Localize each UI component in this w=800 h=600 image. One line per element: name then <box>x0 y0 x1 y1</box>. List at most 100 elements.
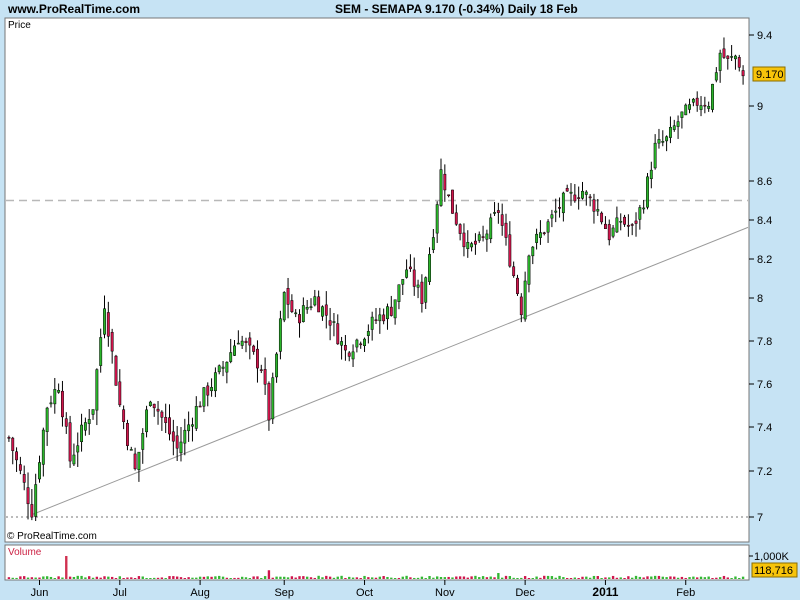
volume-bar <box>76 575 79 579</box>
candle-body <box>198 405 202 408</box>
volume-bar <box>156 577 160 579</box>
candle-body <box>707 105 711 109</box>
volume-bar <box>351 577 355 579</box>
candle-body <box>194 406 198 429</box>
time-axis: Jun Jul Aug Sep Oct Nov Dec 2011 Feb <box>31 580 695 599</box>
candle-body <box>340 341 344 346</box>
candle-body <box>393 299 397 319</box>
volume-bar <box>65 556 68 579</box>
volume-bar <box>363 575 366 579</box>
volume-bar <box>141 576 144 579</box>
volume-bar <box>711 578 714 579</box>
candle-body <box>336 323 340 345</box>
volume-bar <box>458 576 462 579</box>
candle-body <box>179 441 183 454</box>
volume-bar <box>508 576 512 579</box>
candle-body <box>53 389 57 405</box>
candle-body <box>519 296 523 316</box>
volume-bar <box>99 577 102 579</box>
volume-bar <box>175 576 179 579</box>
candle-body <box>328 320 332 326</box>
volume-bar <box>470 576 473 579</box>
candle-body <box>80 424 84 442</box>
candle-body <box>523 280 527 320</box>
volume-bar <box>554 577 557 579</box>
volume-bar <box>7 577 11 579</box>
candle-body <box>420 281 424 304</box>
volume-bar <box>233 577 236 579</box>
candle-body <box>137 451 141 471</box>
candle-body <box>565 188 569 192</box>
price-axis-label: 7 <box>757 512 763 524</box>
volume-bar <box>516 578 519 579</box>
candle-body <box>630 224 634 226</box>
candle-body <box>470 243 474 248</box>
candle-body <box>61 390 64 418</box>
candle-body <box>603 223 607 229</box>
volume-bar <box>118 576 121 579</box>
volume-bar <box>520 577 523 579</box>
volume-bar <box>332 577 336 579</box>
candle-body <box>531 246 535 257</box>
time-axis-label: Nov <box>435 587 455 599</box>
volume-bar <box>298 576 301 579</box>
candle-body <box>431 237 435 250</box>
candle-body <box>129 449 133 451</box>
volume-bar <box>42 576 45 579</box>
candle-body <box>41 429 45 465</box>
candle-body <box>561 192 565 214</box>
candle-body <box>76 445 80 453</box>
candle-body <box>542 232 546 234</box>
volume-bar <box>634 575 638 579</box>
candle-body <box>439 169 443 206</box>
price-axis-label: 9.4 <box>757 30 772 42</box>
volume-bar <box>107 576 110 579</box>
volume-bar <box>172 576 175 579</box>
candle-body <box>294 312 298 315</box>
volume-bar <box>501 577 504 579</box>
candle-body <box>550 214 554 219</box>
candle-body <box>711 83 714 110</box>
candle-body <box>18 464 22 471</box>
volume-bar <box>405 575 408 579</box>
volume-bar <box>88 576 91 579</box>
volume-bar <box>367 577 370 579</box>
volume-bar <box>263 576 267 579</box>
candle-body <box>649 169 653 179</box>
volume-bar <box>206 576 209 579</box>
volume-bar <box>462 576 466 579</box>
candle-body <box>611 227 615 237</box>
candle-body <box>49 402 53 405</box>
volume-bar <box>80 575 83 579</box>
candle-body <box>722 48 726 58</box>
candle-body <box>642 207 646 210</box>
candle-body <box>535 233 539 243</box>
candle-body <box>401 279 405 285</box>
volume-bar <box>286 577 290 579</box>
volume-bar <box>738 578 741 579</box>
candle-body <box>355 339 359 348</box>
candle-body <box>317 296 321 313</box>
candle-body <box>703 104 707 107</box>
last-price-badge: 9.170 <box>752 66 786 82</box>
candle-body <box>305 306 309 310</box>
candle-body <box>160 411 164 418</box>
volume-bar <box>164 578 167 579</box>
volume-bar <box>240 576 244 579</box>
volume-bar <box>210 576 213 579</box>
volume-bar <box>734 576 737 579</box>
volume-bar <box>23 576 26 579</box>
volume-bar <box>493 577 496 579</box>
candle-body <box>473 240 477 245</box>
volume-panel-label: Volume <box>8 547 42 558</box>
volume-bar <box>195 577 198 579</box>
volume-bar <box>585 576 588 579</box>
volume-bar <box>604 577 607 579</box>
volume-bar <box>19 576 22 579</box>
volume-bar <box>91 577 95 579</box>
volume-bar <box>673 576 676 579</box>
candle-body <box>684 104 688 116</box>
volume-bar <box>126 577 129 579</box>
volume-bar <box>198 576 202 579</box>
candle-body <box>45 407 49 432</box>
